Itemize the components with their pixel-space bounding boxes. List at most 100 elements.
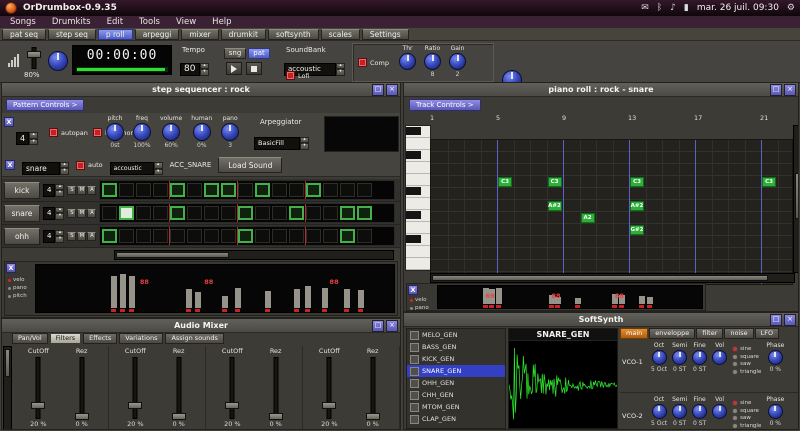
bank-combo-down-icon[interactable]: ▾ — [154, 169, 163, 176]
detach-icon[interactable]: □ — [770, 84, 782, 96]
step-snare-6[interactable] — [187, 206, 202, 220]
synth-tab-lfo[interactable]: LFO — [755, 328, 779, 339]
generator-snare-gen[interactable]: SNARE_GEN — [407, 365, 505, 377]
tab-mixer[interactable]: mixer — [181, 29, 218, 40]
piano-key-e2[interactable] — [406, 258, 430, 270]
play-button[interactable] — [226, 62, 242, 75]
slider-thumb[interactable] — [366, 413, 380, 420]
pr-vscrollbar-thumb[interactable] — [795, 173, 799, 219]
close-icon[interactable]: × — [784, 84, 796, 96]
step-ohh-9[interactable] — [238, 229, 253, 243]
seq-vel-channel-velo[interactable]: velo — [8, 276, 27, 284]
track-m-button-kick[interactable]: M — [77, 186, 86, 195]
volume-indicator-icon[interactable]: ♪ — [670, 0, 676, 16]
seq-vel-bar[interactable] — [129, 276, 135, 308]
tab-scales[interactable]: scales — [321, 29, 360, 40]
mixer-rez-slider-4[interactable] — [365, 357, 381, 419]
synth-tab-noise[interactable]: noise — [724, 328, 753, 339]
step-grid-snare[interactable] — [99, 203, 395, 223]
comp-thr-knob[interactable] — [399, 53, 416, 70]
tab-drumkit[interactable]: drumkit — [221, 29, 266, 40]
generator-clap-gen[interactable]: CLAP_GEN — [407, 413, 505, 425]
seq-vel-bar[interactable] — [344, 289, 350, 308]
menu-edit[interactable]: Edit — [107, 17, 123, 27]
seq-vel-bar[interactable] — [322, 288, 328, 308]
pattern-human-knob[interactable] — [193, 123, 211, 141]
slider-thumb[interactable] — [269, 413, 283, 420]
step-snare-12[interactable] — [289, 206, 304, 220]
polyphonic-checkbox[interactable] — [93, 128, 102, 137]
step-snare-9[interactable] — [238, 206, 253, 220]
step-snare-16[interactable] — [357, 206, 372, 220]
arpeggiator-combo-value[interactable]: BasicFill — [254, 137, 300, 150]
piano-key-d-3[interactable] — [406, 126, 430, 138]
shape-saw-vco-2[interactable]: saw — [732, 415, 761, 421]
track-length-kick-down-icon[interactable]: ▾ — [55, 190, 64, 197]
step-snare-14[interactable] — [323, 206, 338, 220]
seq-vel-bar[interactable] — [222, 296, 228, 308]
step-snare-10[interactable] — [255, 206, 270, 220]
step-ohh-10[interactable] — [255, 229, 270, 243]
pr-hscrollbar-thumb[interactable] — [432, 275, 768, 281]
piano-key-c3[interactable] — [406, 162, 430, 174]
vco-2-oct-knob[interactable] — [652, 404, 667, 419]
generator-bass-gen[interactable]: BASS_GEN — [407, 341, 505, 353]
slider-thumb[interactable] — [75, 413, 89, 420]
pr-vel-channel-pano[interactable]: pano — [410, 304, 429, 312]
comp-ratio-knob[interactable] — [424, 53, 441, 70]
step-snare-2[interactable] — [119, 206, 134, 220]
arpeggiator-combo-down-icon[interactable]: ▾ — [300, 143, 309, 150]
step-ohh-6[interactable] — [187, 229, 202, 243]
generator-checkbox-snare-gen[interactable] — [410, 367, 419, 376]
seq-vel-bar[interactable] — [195, 292, 201, 308]
step-kick-6[interactable] — [187, 183, 202, 197]
step-ohh-11[interactable] — [272, 229, 287, 243]
step-kick-11[interactable] — [272, 183, 287, 197]
generator-checkbox-mtom-gen[interactable] — [410, 403, 419, 412]
auto-checkbox[interactable] — [76, 161, 85, 170]
mixer-cutoff-slider-2[interactable] — [127, 357, 143, 419]
pattern-controls-button[interactable]: Pattern Controls > — [6, 99, 84, 111]
comp-checkbox[interactable] — [358, 58, 367, 67]
pr-velocity-close-button[interactable]: X — [408, 285, 418, 295]
pr-vel-area[interactable]: 698888 — [437, 285, 703, 309]
seq-vel-channel-pano[interactable]: pano — [8, 284, 27, 292]
step-snare-13[interactable] — [306, 206, 321, 220]
step-kick-9[interactable] — [238, 183, 253, 197]
piano-key-a2[interactable] — [406, 198, 430, 210]
seq-vel-bar[interactable] — [305, 286, 311, 308]
soundbank-combo-down-icon[interactable]: ▾ — [336, 69, 345, 76]
shape-triangle-vco-2[interactable]: triangle — [732, 423, 761, 429]
mixer-tab-filters[interactable]: Filters — [50, 333, 81, 344]
step-snare-3[interactable] — [136, 206, 151, 220]
slider-thumb[interactable] — [172, 413, 186, 420]
step-ohh-5[interactable] — [170, 229, 185, 243]
slider-thumb[interactable] — [31, 402, 45, 409]
track-s-button-kick[interactable]: S — [67, 186, 76, 195]
autopan-checkbox[interactable] — [49, 128, 58, 137]
track-length-snare-value[interactable]: 4 — [43, 207, 55, 220]
slider-thumb[interactable] — [225, 402, 239, 409]
mixer-rez-slider-2[interactable] — [171, 357, 187, 419]
generator-mtom-gen[interactable]: MTOM_GEN — [407, 401, 505, 413]
vco-1-fine-knob[interactable] — [692, 350, 707, 365]
pattern-close-button[interactable]: X — [4, 117, 14, 127]
pattern-length-spinner-value[interactable]: 4 — [16, 132, 29, 145]
clock-indicator[interactable]: mar. 26 juil. 09:30 — [697, 3, 779, 13]
step-kick-10[interactable] — [255, 183, 270, 197]
generator-checkbox-bass-gen[interactable] — [410, 343, 419, 352]
track-name-field-down-icon[interactable]: ▾ — [60, 168, 69, 175]
piano-key-f-2[interactable] — [406, 234, 430, 246]
step-ohh-13[interactable] — [306, 229, 321, 243]
mixer-cutoff-slider-1[interactable] — [30, 357, 46, 419]
tempo-spinner-value[interactable]: 80 — [180, 63, 200, 76]
tab-arpeggi[interactable]: arpeggi — [135, 29, 180, 40]
track-controls-button[interactable]: Track Controls > — [409, 99, 481, 111]
pr-vel-channel-velo[interactable]: velo — [410, 296, 429, 304]
track-name-field-value[interactable]: snare — [22, 162, 60, 175]
shape-sine-vco-1[interactable]: sine — [732, 346, 761, 352]
synth-tab-filter[interactable]: filter — [696, 328, 723, 339]
synth-tab-enveloppe[interactable]: enveloppe — [649, 328, 695, 339]
mixer-vscrollbar-thumb[interactable] — [5, 349, 10, 377]
seq-vel-bar[interactable] — [265, 291, 271, 308]
